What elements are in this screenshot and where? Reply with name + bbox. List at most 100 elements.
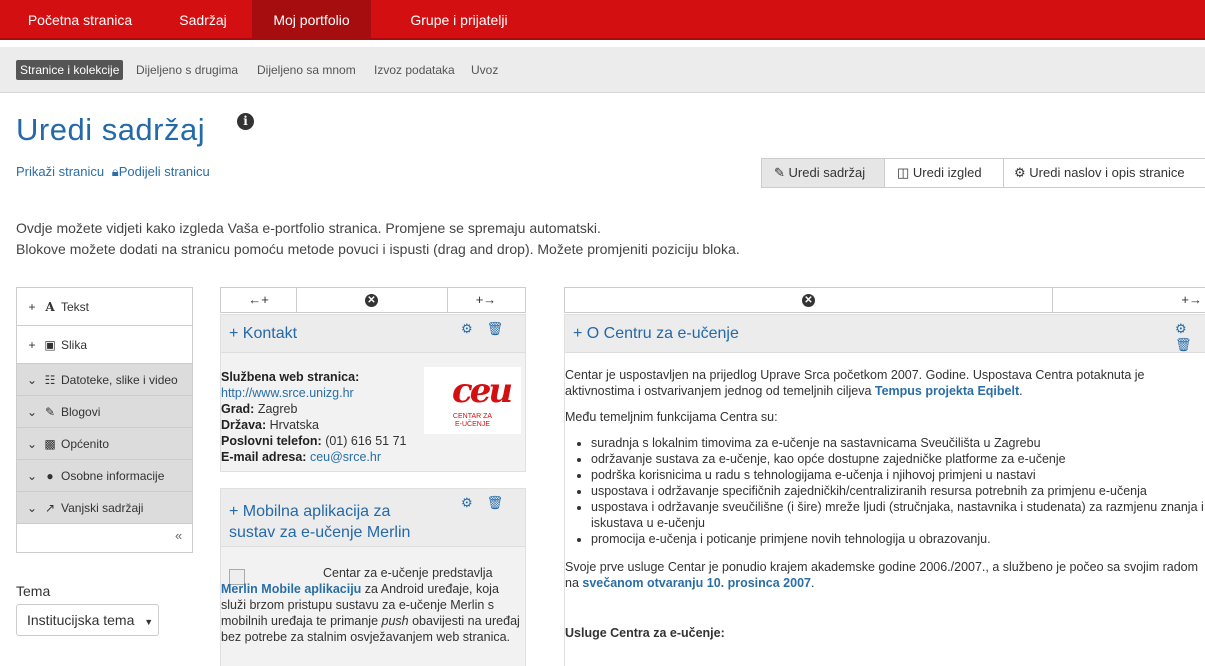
sidebar-item-label: Osobne informacije: [61, 469, 165, 483]
subnav-uvoz[interactable]: Uvoz: [471, 60, 498, 80]
theme-select[interactable]: Institucijska tema ▼: [16, 604, 159, 636]
logo-text: ceu: [452, 371, 513, 411]
gear-icon[interactable]: ⚙: [461, 321, 473, 337]
subnav-stranice[interactable]: Stranice i kolekcije: [16, 60, 124, 80]
centar-p3-end: .: [810, 576, 815, 590]
info-icon[interactable]: i: [237, 113, 254, 130]
close-icon: ✕: [365, 294, 378, 308]
edit-title-label: Uredi naslov i opis stranice: [1029, 165, 1185, 180]
list-item: uspostava i održavanje specifičnih zajed…: [591, 483, 1205, 499]
merlin-block: + Mobilna aplikacija za sustav za e-učenj…: [220, 488, 526, 666]
sidebar-item-vanjski[interactable]: ⌄ ↗ Vanjski sadržaji: [17, 492, 192, 524]
intro-text: Ovdje možete vidjeti kako izgleda Vaša e…: [16, 218, 740, 260]
logo-caption-line: E-UČENJE: [454, 421, 490, 428]
chevron-down-icon: ⌄: [26, 469, 38, 483]
sidebar-item-datoteke[interactable]: ⌄ ☷ Datoteke, slike i video: [17, 364, 192, 396]
sidebar-item-blogovi[interactable]: ⌄ ✎ Blogovi: [17, 396, 192, 428]
columns-icon: ◫: [897, 165, 910, 180]
trash-icon[interactable]: 🗑︎: [487, 321, 504, 337]
merlin-text-a: Centar za e-učenje predstavlja: [323, 566, 493, 580]
centar-block: + O Centru za e-učenje ⚙🗑︎ Centar je usp…: [564, 314, 1205, 666]
plus-icon: +: [28, 338, 36, 352]
chevron-down-icon: ⌄: [26, 405, 38, 419]
email-link[interactable]: ceu@srce.hr: [310, 450, 381, 464]
block-title[interactable]: + Kontakt: [229, 323, 297, 344]
sidebar-item-opcenito[interactable]: ⌄ ▩ Općenito: [17, 428, 192, 460]
nav-moj-portfolio[interactable]: Moj portfolio: [252, 0, 371, 40]
kontakt-body: Službena web stranica: http://www.srce.u…: [221, 369, 421, 465]
usluge-heading: Usluge Centra za e-učenje:: [565, 626, 725, 640]
subnav-izvoz[interactable]: Izvoz podataka: [374, 60, 455, 80]
edit-layout-label: Uredi izgled: [912, 165, 982, 180]
add-column-left-button[interactable]: ←+: [221, 288, 296, 312]
lock-icon: 🔒︎: [111, 164, 119, 179]
theme-label: Tema: [16, 583, 51, 599]
edit-content-button[interactable]: ✎ Uredi sadržaj: [762, 159, 885, 187]
intro-line-1: Ovdje možete vidjeti kako izgleda Vaša e…: [16, 220, 601, 236]
remove-column-button[interactable]: ✕: [565, 288, 1052, 312]
centar-p1-end: .: [1019, 384, 1023, 398]
otvaranje-link[interactable]: svečanom otvaranju 10. prosinca 2007: [582, 576, 811, 590]
logo-caption-line: CENTAR ZA: [452, 413, 493, 420]
nav-pocetna[interactable]: Početna stranica: [18, 0, 142, 40]
sidebar-item-tekst[interactable]: + A Tekst: [17, 288, 192, 326]
remove-column-button[interactable]: ✕: [296, 288, 447, 312]
contact-value: Hrvatska: [269, 418, 319, 432]
block-title-line: + Mobilna aplikacija za: [229, 503, 391, 520]
trash-icon[interactable]: 🗑︎: [1175, 337, 1192, 353]
merlin-link[interactable]: Merlin Mobile aplikaciju: [221, 582, 361, 596]
text-icon: A: [45, 300, 55, 314]
website-link[interactable]: http://www.srce.unizg.hr: [221, 386, 354, 400]
collapse-sidebar-button[interactable]: «: [175, 528, 182, 543]
subnav-dijeljeno-s-drugima[interactable]: Dijeljeno s drugima: [136, 60, 238, 80]
subnav-dijeljeno-sa-mnom[interactable]: Dijeljeno sa mnom: [257, 60, 356, 80]
page-links: Prikaži stranicu 🔒︎Podijeli stranicu: [16, 164, 210, 180]
block-title[interactable]: + Mobilna aplikacija za sustav za e-učenj…: [229, 501, 410, 543]
list-item: promocija e-učenja i poticanje primjene …: [591, 531, 1205, 547]
list-item: održavanje sustava za e-učenje, kao opće…: [591, 451, 1205, 467]
sidebar-item-label: Slika: [61, 338, 88, 352]
centar-p1: Centar je uspostavljen na prijedlog Upra…: [565, 368, 1145, 398]
edit-button-group: ✎ Uredi sadržaj ◫ Uredi izgled ⚙ Uredi n…: [761, 158, 1205, 188]
add-column-right-button[interactable]: +→: [447, 288, 525, 312]
page-title: Uredi sadržaj: [16, 112, 206, 147]
merlin-text: Centar za e-učenje predstavlja Merlin Mo…: [221, 565, 521, 645]
centar-p2: Među temeljnim funkcijama Centra su:: [565, 410, 778, 424]
caret-down-icon: ▼: [144, 617, 154, 627]
sidebar-item-label: Blogovi: [61, 405, 101, 419]
gears-icon: ⚙: [1014, 165, 1026, 180]
gear-icon[interactable]: ⚙: [461, 495, 473, 511]
trash-icon[interactable]: 🗑︎: [487, 495, 504, 511]
user-icon: ●: [46, 469, 54, 483]
block-title[interactable]: + O Centru za e-učenje: [573, 323, 739, 344]
close-icon: ✕: [802, 294, 815, 308]
external-link-icon: ↗: [44, 501, 56, 515]
merlin-italic: push: [381, 614, 409, 628]
share-page-link[interactable]: Podijeli stranicu: [119, 164, 210, 179]
view-page-link[interactable]: Prikaži stranicu: [16, 164, 104, 179]
add-column-right-button[interactable]: +→: [1052, 288, 1205, 312]
list-item: uspostava i održavanje sveučilišne (i ši…: [591, 499, 1205, 531]
block-title-line: sustav za e-učenje Merlin: [229, 524, 411, 541]
plus-icon: +: [28, 300, 36, 314]
image-icon: ▣: [44, 338, 56, 352]
pencil-icon: ✎: [774, 165, 785, 180]
block-sidebar: + A Tekst + ▣ Slika ⌄ ☷ Datoteke, slike i vide…: [16, 287, 193, 553]
nav-grupe[interactable]: Grupe i prijatelji: [398, 0, 520, 40]
sidebar-item-slika[interactable]: + ▣ Slika: [17, 326, 192, 364]
edit-layout-button[interactable]: ◫ Uredi izgled: [885, 159, 1004, 187]
gear-icon[interactable]: ⚙: [1175, 321, 1187, 337]
edit-content-label: Uredi sadržaj: [788, 165, 866, 180]
contact-label: Država:: [221, 418, 267, 432]
column-2-controls: ✕ +→: [564, 287, 1205, 313]
ceu-logo: ceu CENTAR ZA E-UČENJE: [424, 367, 521, 434]
edit-title-button[interactable]: ⚙ Uredi naslov i opis stranice: [1004, 159, 1205, 187]
pencil-icon: ✎: [44, 405, 56, 419]
theme-select-value: Institucijska tema: [27, 612, 135, 628]
top-navigation: Početna stranica Sadržaj Moj portfolio G…: [0, 0, 1205, 40]
merlin-body: Centar za e-učenje predstavlja Merlin Mo…: [221, 547, 527, 666]
tempus-link[interactable]: Tempus projekta Eqibelt: [875, 384, 1019, 398]
sidebar-item-osobne[interactable]: ⌄ ● Osobne informacije: [17, 460, 192, 492]
nav-sadrzaj[interactable]: Sadržaj: [166, 0, 240, 40]
sidebar-item-label: Općenito: [61, 437, 110, 451]
